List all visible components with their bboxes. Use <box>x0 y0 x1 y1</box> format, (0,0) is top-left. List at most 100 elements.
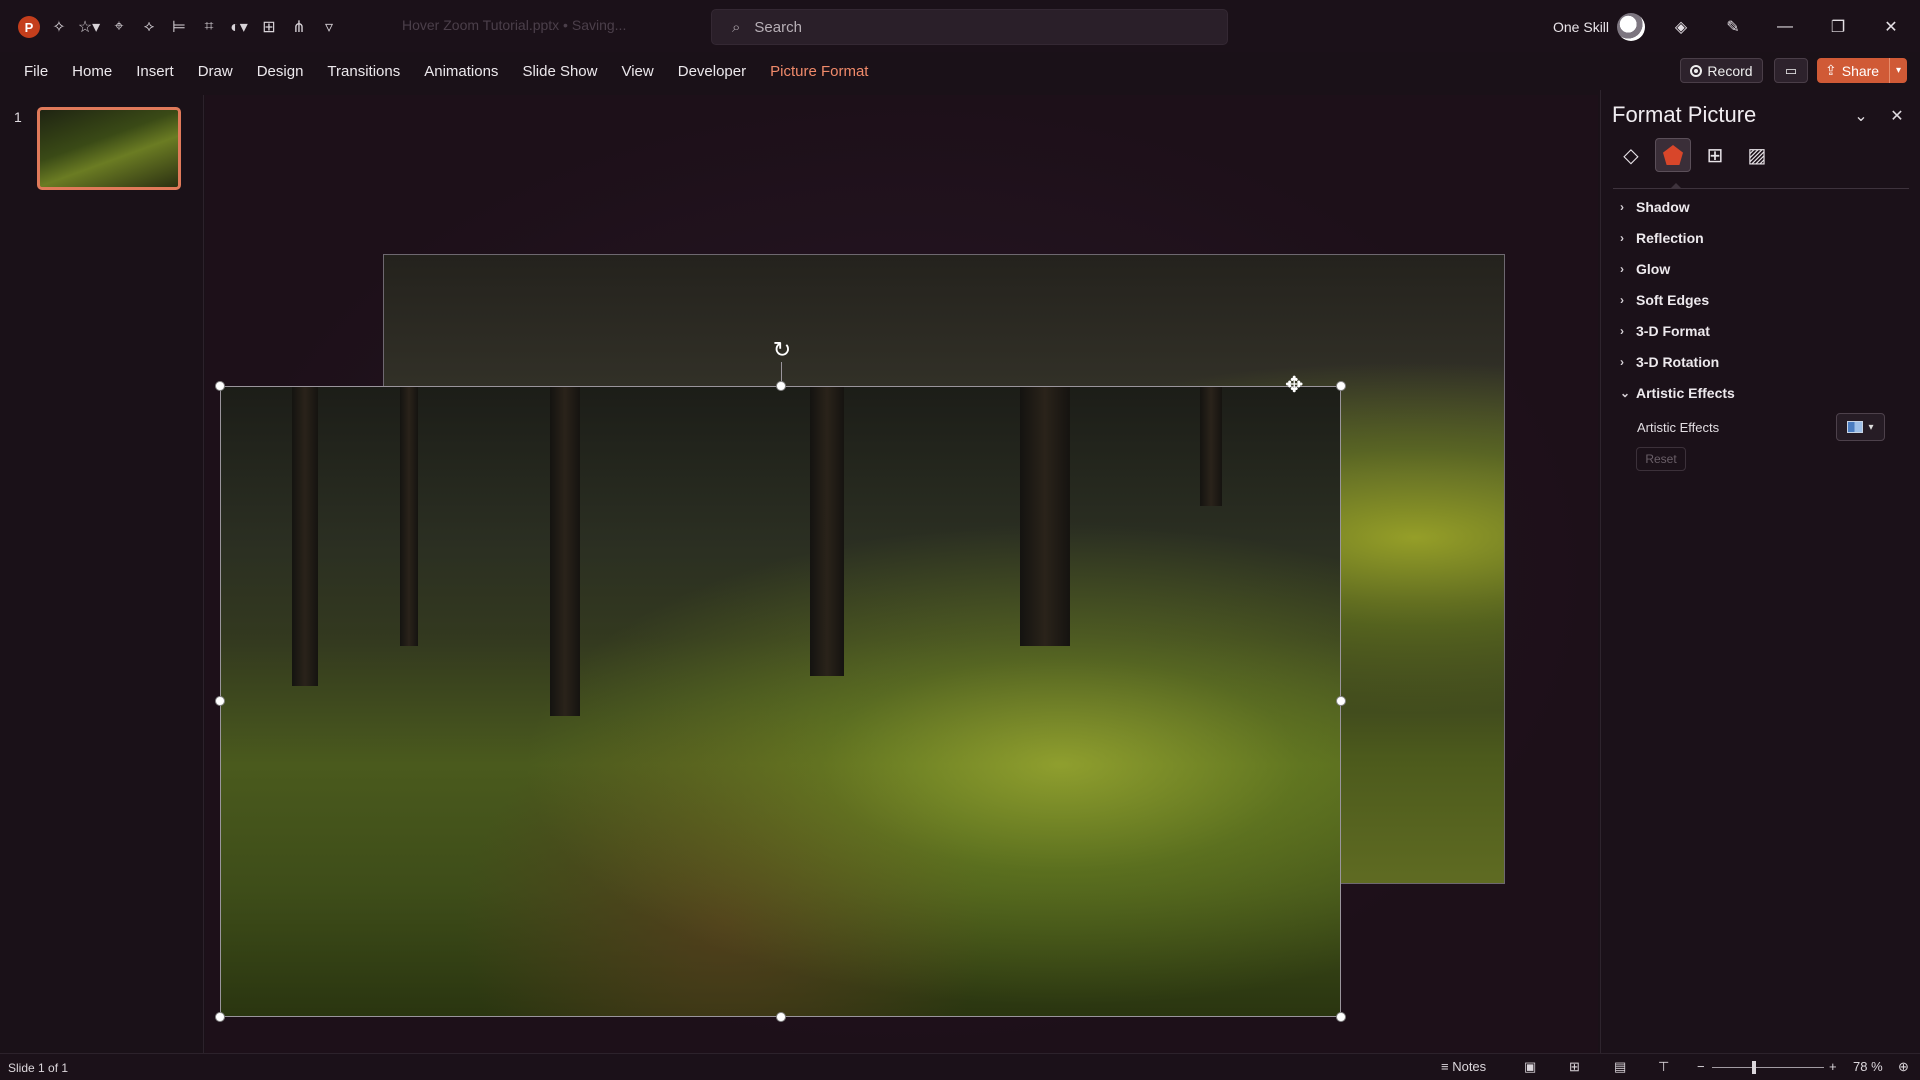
tab-developer[interactable]: Developer <box>666 60 758 84</box>
tab-view[interactable]: View <box>609 60 665 84</box>
align-center-icon[interactable]: ⊞ <box>254 13 284 41</box>
tree-trunk <box>292 386 318 686</box>
resize-handle-sw[interactable] <box>215 1012 225 1022</box>
sparkle-icon[interactable]: ✧ <box>44 13 74 41</box>
effects-icon[interactable] <box>1655 138 1691 172</box>
slide-count: Slide 1 of 1 <box>8 1061 69 1075</box>
section-3d-rotation[interactable]: › 3-D Rotation <box>1620 354 1719 370</box>
section-artistic-effects[interactable]: ⌄ Artistic Effects <box>1620 385 1735 401</box>
zoom-out-icon[interactable]: − <box>1697 1059 1705 1074</box>
share-main[interactable]: ⇪ Share <box>1817 62 1889 79</box>
search-icon: ⌕ <box>732 18 741 36</box>
size-properties-icon[interactable]: ⊞ <box>1697 138 1733 172</box>
resize-handle-n[interactable] <box>776 381 786 391</box>
chevron-right-icon: › <box>1620 262 1624 276</box>
reading-view-icon[interactable]: ▤ <box>1614 1059 1626 1075</box>
rotate-icon[interactable]: ↻ <box>769 337 795 363</box>
status-bar: Slide 1 of 1 ≡ Notes ▣ ⊞ ▤ ⊤ − + 78 % ⊕ <box>0 1053 1920 1080</box>
slide-thumbnail-pane: 1 <box>0 95 204 1053</box>
tab-file[interactable]: File <box>12 60 60 84</box>
record-button[interactable]: Record <box>1680 58 1763 83</box>
chevron-right-icon: › <box>1620 293 1624 307</box>
picture-icon[interactable]: ▨ <box>1739 138 1775 172</box>
tree-trunk <box>810 386 844 676</box>
share-button[interactable]: ⇪ Share ▾ <box>1817 58 1907 83</box>
tab-transitions[interactable]: Transitions <box>315 60 412 84</box>
section-label: Glow <box>1636 261 1671 277</box>
comment-icon: ▭ <box>1784 62 1798 78</box>
section-glow[interactable]: › Glow <box>1620 261 1670 277</box>
shape-fill-icon[interactable]: ◐▾ <box>224 13 254 41</box>
notes-button[interactable]: ≡ Notes <box>1441 1059 1486 1074</box>
section-shadow[interactable]: › Shadow <box>1620 199 1690 215</box>
section-label: Shadow <box>1636 199 1690 215</box>
distribute-icon[interactable]: ⋔ <box>284 13 314 41</box>
section-label: 3-D Rotation <box>1636 354 1720 370</box>
user-name[interactable]: One Skill <box>1553 19 1609 35</box>
chevron-right-icon: › <box>1620 200 1624 214</box>
section-3d-format[interactable]: › 3-D Format <box>1620 323 1710 339</box>
restore-icon[interactable]: ❐ <box>1824 14 1852 40</box>
star-dropdown-icon[interactable]: ☆▾ <box>74 13 104 41</box>
artistic-effects-dropdown[interactable]: ▾ <box>1836 413 1885 441</box>
pane-options-chevron-icon[interactable]: ⌄ <box>1851 106 1871 126</box>
tree-trunk <box>1200 386 1222 506</box>
fit-slide-icon[interactable]: ⊕ <box>1898 1059 1909 1075</box>
pane-title: Format Picture <box>1612 102 1757 127</box>
resize-handle-s[interactable] <box>776 1012 786 1022</box>
section-label: Soft Edges <box>1636 292 1710 308</box>
zoom-level[interactable]: 78 % <box>1853 1059 1883 1074</box>
crop-icon[interactable]: ⌗ <box>194 13 224 41</box>
tab-slide-show[interactable]: Slide Show <box>510 60 609 84</box>
customize-qat-icon[interactable]: ▿ <box>314 13 344 41</box>
resize-handle-w[interactable] <box>215 696 225 706</box>
tab-insert[interactable]: Insert <box>124 60 186 84</box>
normal-view-icon[interactable]: ▣ <box>1524 1059 1536 1075</box>
diamond-icon[interactable]: ◈ <box>1667 14 1695 40</box>
record-icon <box>1690 64 1703 77</box>
format-painter-icon[interactable]: ⟡ <box>134 13 164 41</box>
search-placeholder: Search <box>754 18 802 36</box>
slideshow-icon[interactable]: ⊤ <box>1658 1059 1669 1075</box>
slide-thumbnail[interactable] <box>37 107 181 190</box>
tab-animations[interactable]: Animations <box>412 60 510 84</box>
resize-handle-ne[interactable] <box>1336 381 1346 391</box>
tab-design[interactable]: Design <box>245 60 316 84</box>
fill-line-icon[interactable]: ◇ <box>1613 138 1649 172</box>
minimize-icon[interactable]: — <box>1771 14 1799 40</box>
close-icon[interactable]: ✕ <box>1877 14 1905 40</box>
format-picture-pane: Format Picture ⌄ ✕ ◇ ⊞ ▨ › Shadow › Reflec… <box>1600 90 1920 1053</box>
selected-forest-photo[interactable] <box>220 386 1341 1017</box>
zoom-slider-thumb[interactable] <box>1752 1061 1756 1074</box>
app-logo: P <box>18 16 40 38</box>
resize-handle-se[interactable] <box>1336 1012 1346 1022</box>
tree-trunk <box>400 386 418 646</box>
lasso-icon[interactable]: ⌖ <box>104 13 134 41</box>
section-soft-edges[interactable]: › Soft Edges <box>1620 292 1709 308</box>
tab-draw[interactable]: Draw <box>186 60 245 84</box>
format-category-tabs: ◇ ⊞ ▨ <box>1613 138 1775 172</box>
chevron-right-icon: › <box>1620 324 1624 338</box>
zoom-in-icon[interactable]: + <box>1829 1059 1837 1074</box>
notes-label: Notes <box>1452 1059 1487 1074</box>
share-dropdown-icon[interactable]: ▾ <box>1889 58 1907 83</box>
tab-home[interactable]: Home <box>60 60 124 84</box>
resize-handle-nw[interactable] <box>215 381 225 391</box>
section-reflection[interactable]: › Reflection <box>1620 230 1704 246</box>
chevron-right-icon: › <box>1620 231 1624 245</box>
comments-button[interactable]: ▭ <box>1774 58 1808 83</box>
pane-close-icon[interactable]: ✕ <box>1887 106 1907 126</box>
pen-icon[interactable]: ✎ <box>1719 14 1747 40</box>
tab-picture-format[interactable]: Picture Format <box>758 60 880 84</box>
slide-sorter-icon[interactable]: ⊞ <box>1569 1059 1580 1075</box>
text-align-icon[interactable]: ⊨ <box>164 13 194 41</box>
section-label: 3-D Format <box>1636 323 1710 339</box>
search-box[interactable]: ⌕ Search <box>711 9 1228 45</box>
zoom-slider[interactable] <box>1712 1067 1824 1068</box>
resize-handle-e[interactable] <box>1336 696 1346 706</box>
effects-pentagon <box>1663 145 1683 165</box>
title-bar: P ✧ ☆▾ ⌖ ⟡ ⊨ ⌗ ◐▾ ⊞ ⋔ ▿ Hover Zoom Tutor… <box>0 0 1920 52</box>
reset-button[interactable]: Reset <box>1636 447 1686 471</box>
document-title: Hover Zoom Tutorial.pptx • Saving... <box>402 17 627 33</box>
avatar[interactable] <box>1617 13 1645 41</box>
